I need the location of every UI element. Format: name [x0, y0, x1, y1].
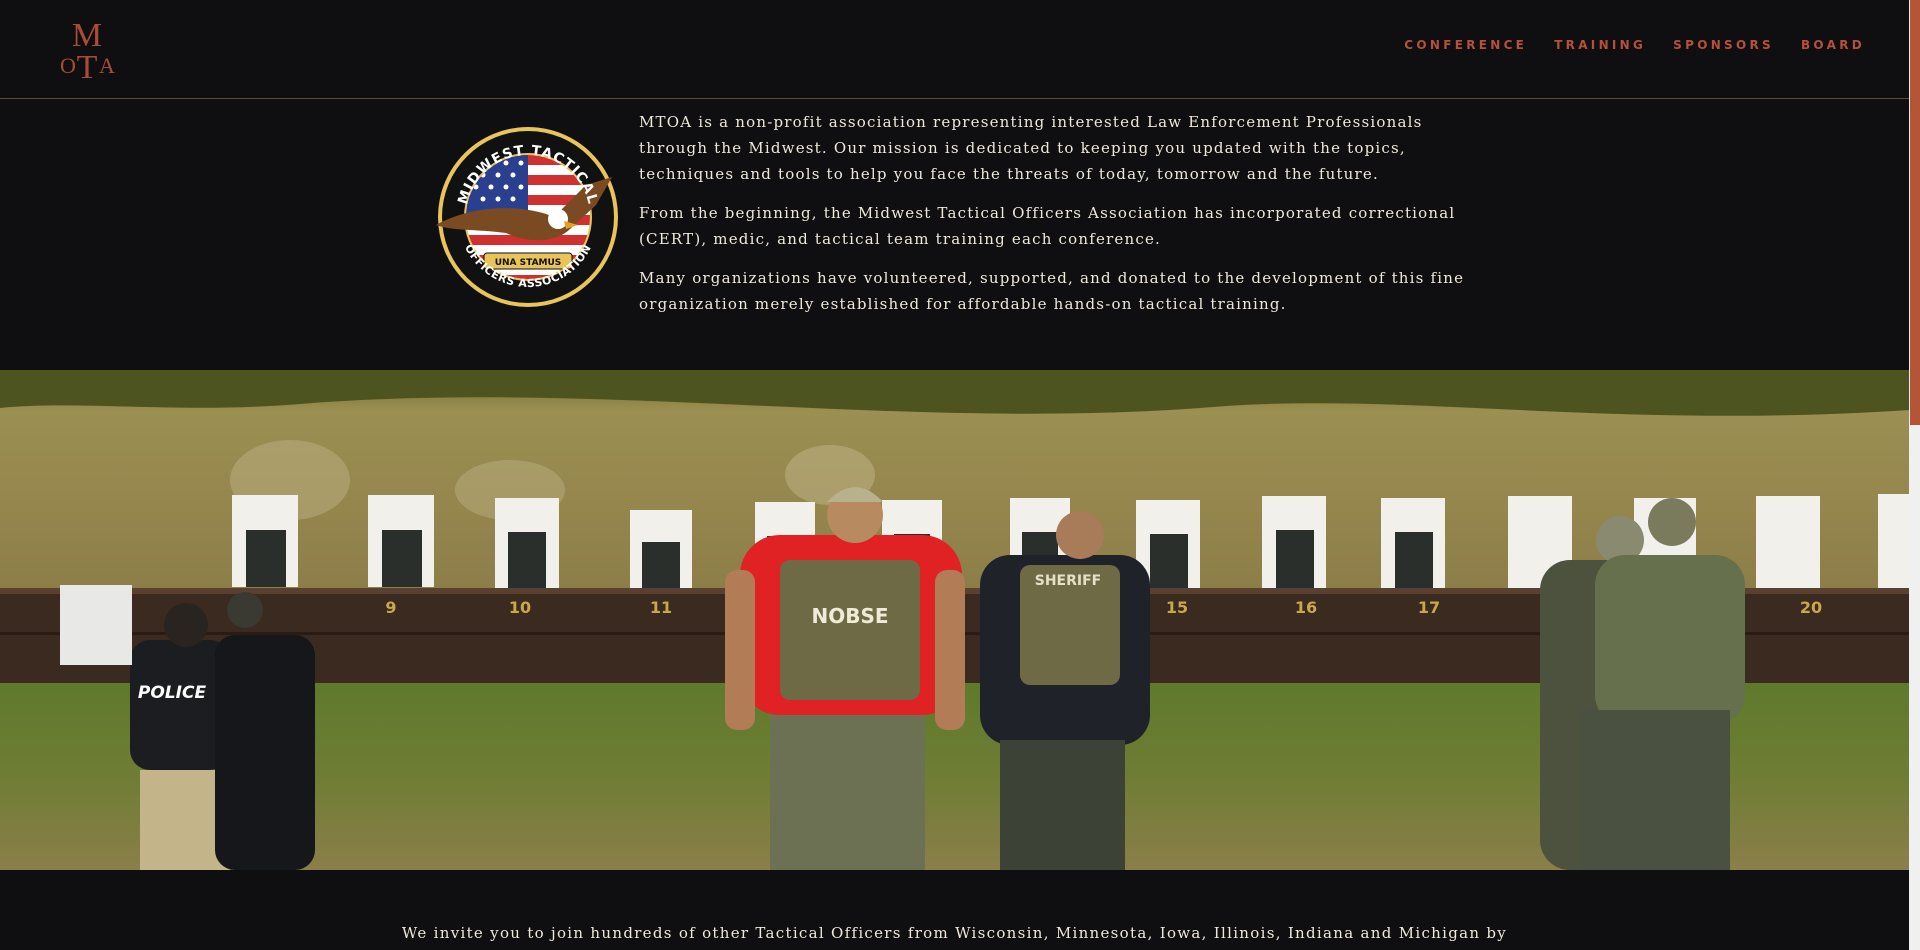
logo-letter-o: O	[60, 53, 76, 78]
nav-board[interactable]: BOARD	[1801, 38, 1865, 52]
vest-label-sheriff: SHERIFF	[1035, 573, 1101, 589]
main-nav: CONFERENCE TRAINING SPONSORS BOARD	[1404, 38, 1865, 52]
intro-paragraph-1: MTOA is a non-profit association represe…	[639, 113, 1423, 183]
lane-number: 10	[509, 598, 531, 617]
lane-number: 15	[1166, 598, 1188, 617]
lane-number: 16	[1295, 598, 1317, 617]
intro-paragraph-3: Many organizations have volunteered, sup…	[639, 269, 1465, 313]
intro-text: MTOA is a non-profit association represe…	[639, 109, 1469, 330]
intro-paragraph-2: From the beginning, the Midwest Tactical…	[639, 204, 1456, 248]
mtoa-logo-mark: M O T A	[60, 17, 115, 82]
mtoa-logo[interactable]: M O T A	[56, 16, 118, 82]
officer-sheriff: SHERIFF	[980, 511, 1150, 870]
site-header: M O T A CONFERENCE TRAINING SPONSORS BOA…	[0, 0, 1909, 99]
nav-sponsors[interactable]: SPONSORS	[1673, 38, 1774, 52]
scrollbar-thumb[interactable]	[1910, 0, 1920, 425]
logo-letter-t: T	[77, 49, 98, 82]
intro-section: UNA STAMUS MIDWEST TACTICAL OFFICERS ASS…	[0, 99, 1909, 369]
nav-conference[interactable]: CONFERENCE	[1404, 38, 1527, 52]
hero-range-photo: 9 10 11 15 16 17 20 POLICE NOBSE SHERIFF	[0, 370, 1909, 870]
page-scrollbar[interactable]	[1909, 0, 1920, 950]
logo-letter-a: A	[99, 53, 115, 78]
invite-text: We invite you to join hundreds of other …	[401, 924, 1508, 942]
lane-number: 20	[1800, 598, 1822, 617]
lane-number: 9	[385, 598, 396, 617]
vest-label-nobse: NOBSE	[811, 604, 888, 628]
mtoa-badge-logo: UNA STAMUS MIDWEST TACTICAL OFFICERS ASS…	[436, 125, 620, 309]
vest-label-police: POLICE	[138, 683, 207, 703]
lane-number: 11	[650, 598, 672, 617]
badge-banner-text: UNA STAMUS	[495, 258, 562, 268]
nav-training[interactable]: TRAINING	[1554, 38, 1646, 52]
lane-number: 17	[1418, 598, 1440, 617]
